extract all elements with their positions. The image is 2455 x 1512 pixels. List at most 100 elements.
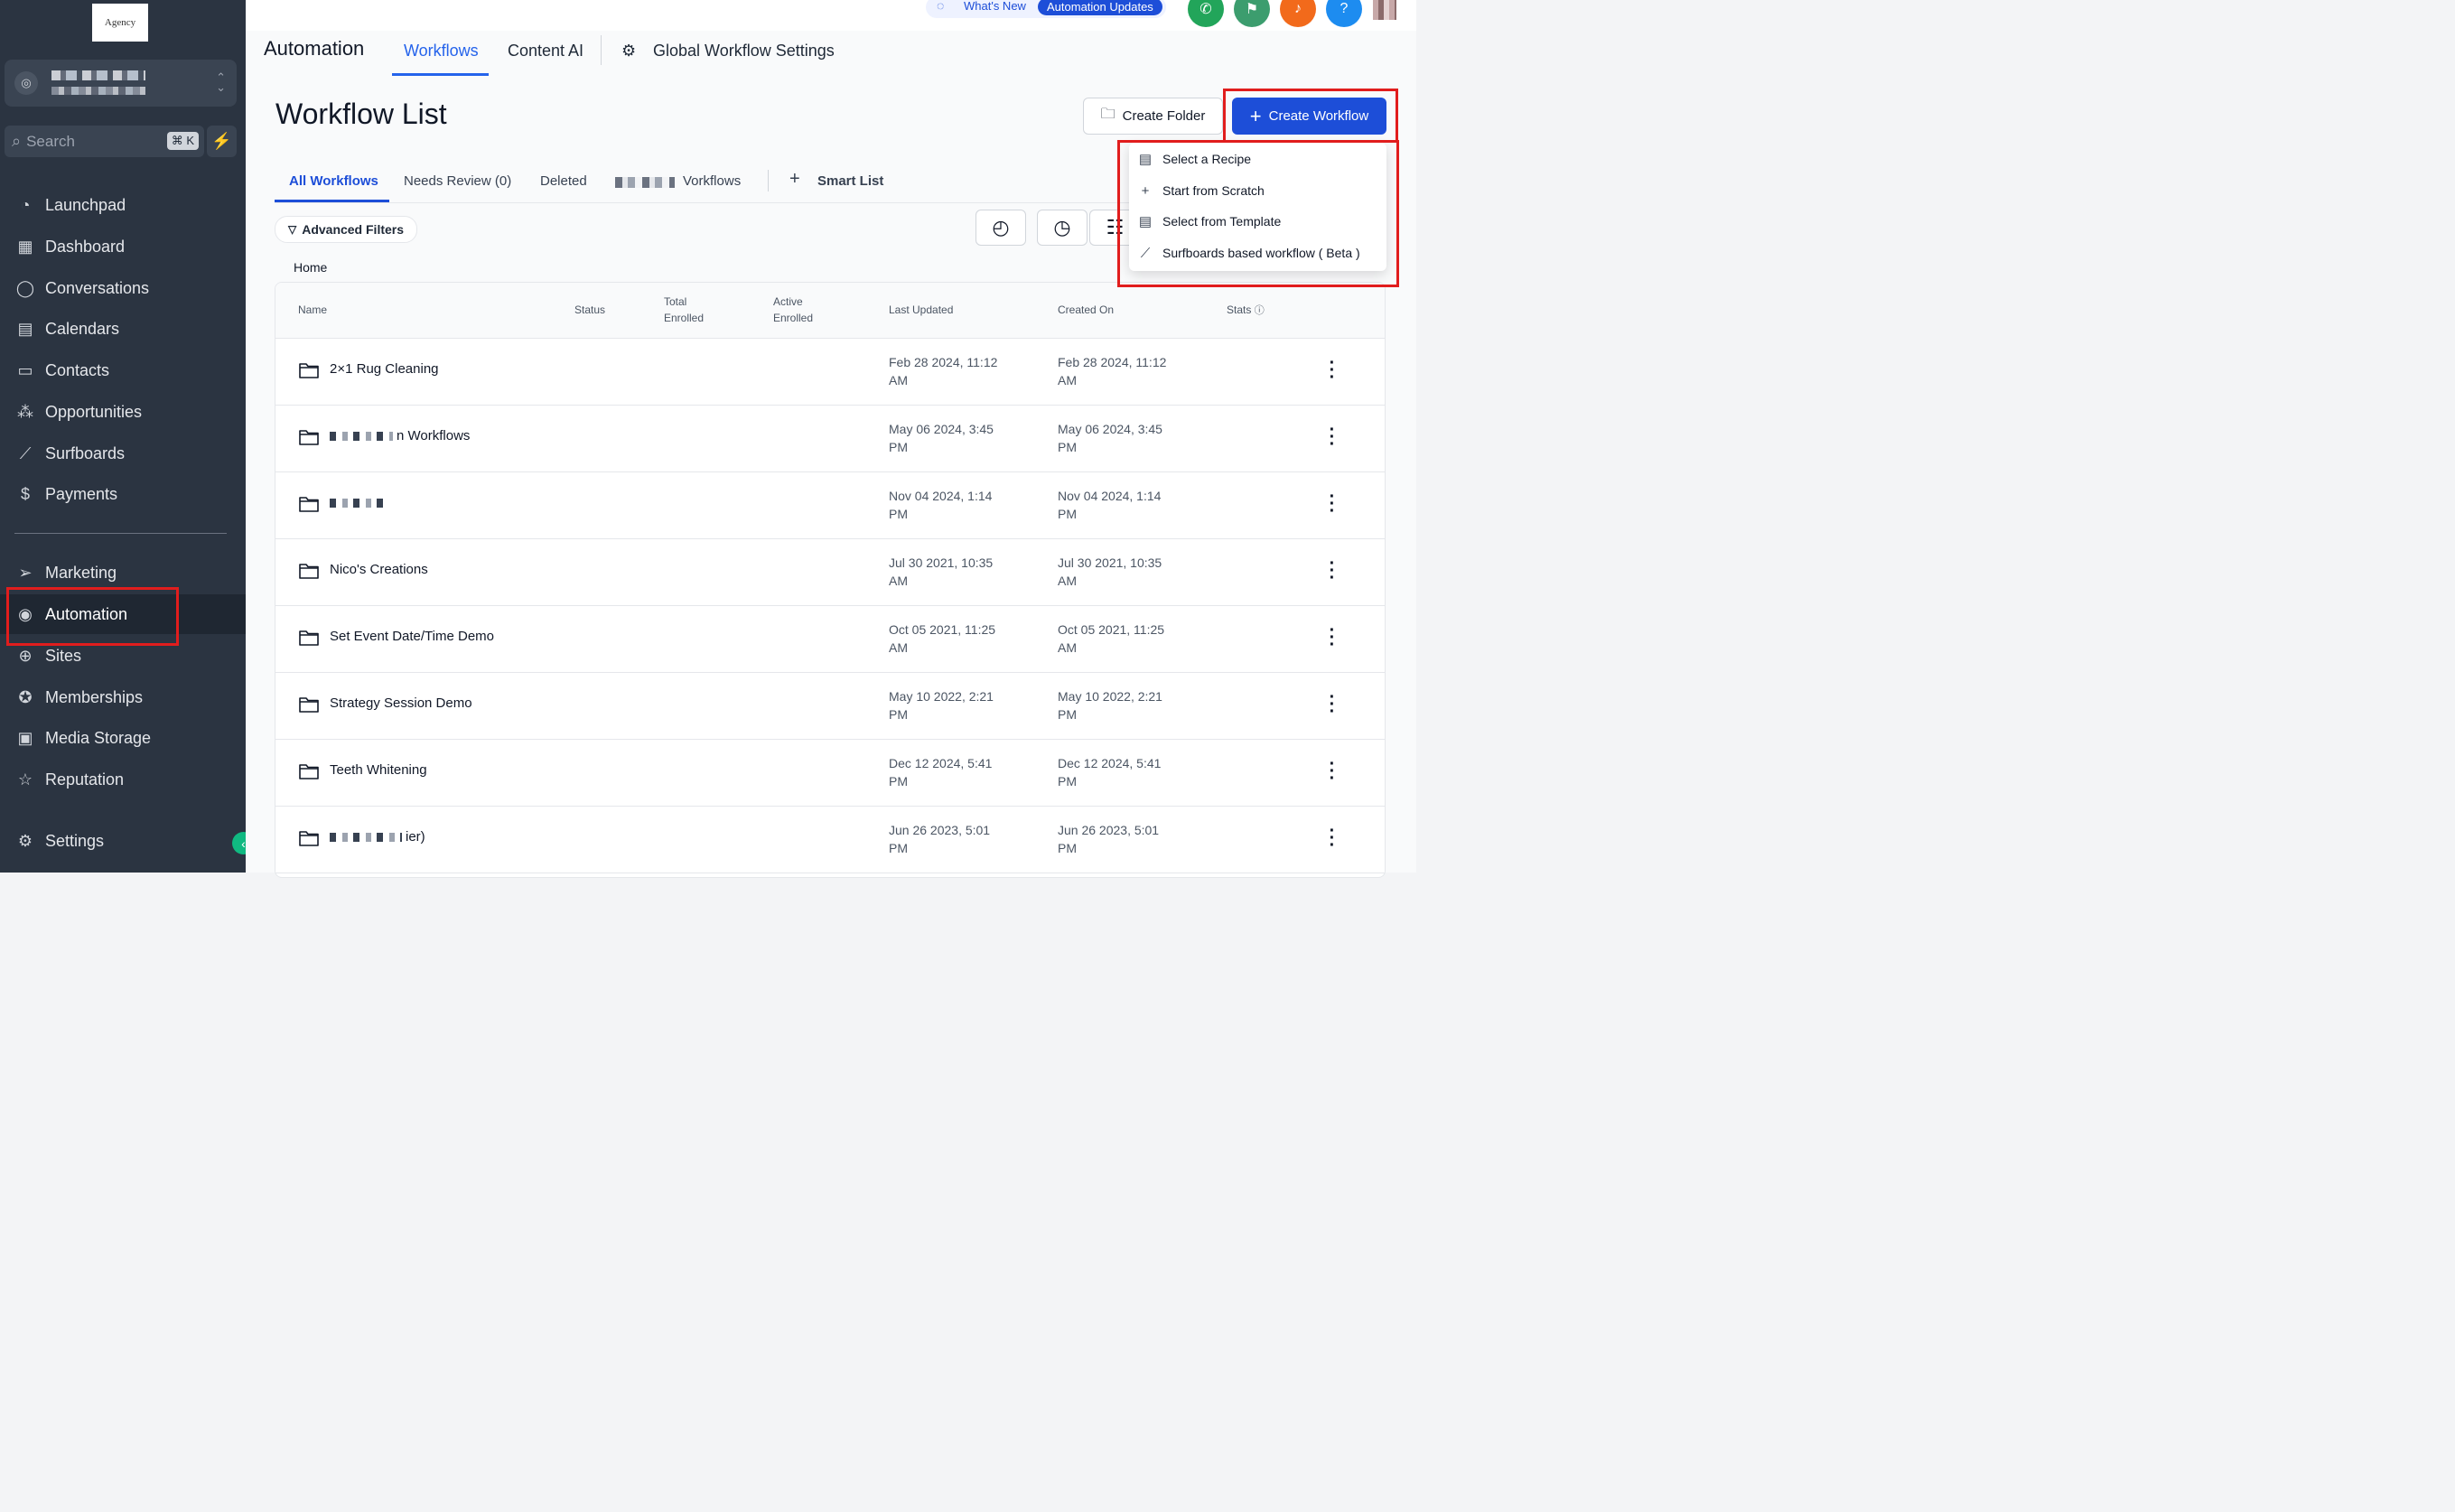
sidebar-item-settings[interactable]: ⚙ Settings bbox=[0, 821, 246, 861]
folder-name: Set Event Date/Time Demo bbox=[330, 629, 495, 644]
more-options-kebab-icon[interactable]: · · · bbox=[1329, 354, 1336, 387]
whats-new-pill[interactable]: ◌ What's New Automation Updates bbox=[926, 0, 1166, 18]
sidebar-item-opportunities[interactable]: ⁂ Opportunities bbox=[0, 392, 246, 432]
agency-logo[interactable]: Agency bbox=[92, 4, 148, 42]
tab-smart-list[interactable]: Smart List bbox=[817, 173, 883, 189]
module-header: Automation Workflows Content AI ⚙ Global… bbox=[246, 31, 1416, 79]
account-switcher[interactable]: ◎ ⌃ ⌄ bbox=[5, 60, 237, 107]
create-workflow-button[interactable]: + Create Workflow bbox=[1232, 98, 1386, 135]
workflow-table: Name Status Total Enrolled Active Enroll… bbox=[275, 282, 1386, 878]
created-on-date: Jul 30 2021, 10:35 bbox=[1058, 555, 1162, 570]
more-options-kebab-icon[interactable]: · · · bbox=[1329, 421, 1336, 453]
help-icon[interactable]: ? bbox=[1326, 0, 1362, 27]
row-name-cell[interactable]: 2×1 Rug Cleaning bbox=[330, 361, 439, 377]
more-options-kebab-icon[interactable]: · · · bbox=[1329, 621, 1336, 654]
sidebar-item-memberships[interactable]: ✪ Memberships bbox=[0, 677, 246, 717]
phone-icon[interactable]: ✆ bbox=[1188, 0, 1224, 27]
menu-item-start-from-scratch[interactable]: + Start from Scratch bbox=[1136, 177, 1265, 204]
row-name-cell[interactable]: Set Event Date/Time Demo bbox=[330, 629, 494, 644]
sidebar-item-label: Reputation bbox=[45, 770, 125, 789]
menu-item-surfboards-workflow[interactable]: ⟋ Surfboards based workflow ( Beta ) bbox=[1136, 239, 1360, 266]
sidebar-item-calendars[interactable]: ▤ Calendars bbox=[0, 309, 246, 349]
plus-icon[interactable]: + bbox=[789, 169, 800, 190]
sidebar-item-surfboards[interactable]: ⟋ Surfboards bbox=[0, 434, 246, 473]
filter-icon: ▽ bbox=[287, 223, 297, 236]
sidebar-item-automation[interactable]: ◉ Automation bbox=[0, 594, 246, 634]
announcement-icon[interactable]: ⚑ bbox=[1234, 0, 1270, 27]
account-address-redacted bbox=[51, 87, 145, 95]
sidebar-item-label: Settings bbox=[45, 831, 105, 850]
history-icon[interactable]: ◴ bbox=[975, 210, 1026, 246]
tab-all-workflows[interactable]: All Workflows bbox=[289, 173, 378, 189]
last-updated-date: Jun 26 2023, 5:01 bbox=[889, 823, 991, 837]
megaphone-icon: ◌ bbox=[937, 0, 945, 13]
last-updated-ampm: PM bbox=[889, 841, 908, 855]
sidebar-item-sites[interactable]: ⊕ Sites bbox=[0, 636, 246, 676]
advanced-filters-button[interactable]: ▽ Advanced Filters bbox=[275, 216, 417, 243]
row-name-cell[interactable]: n Workflows bbox=[330, 428, 470, 443]
table-row[interactable]: 2×1 Rug Cleaning Feb 28 2024, 11:12 AM Feb … bbox=[275, 338, 1385, 406]
tab-content-ai[interactable]: Content AI bbox=[508, 42, 583, 61]
row-name-cell[interactable]: Teeth Whitening bbox=[330, 762, 427, 778]
user-avatar[interactable] bbox=[1373, 0, 1396, 20]
col-total-enrolled[interactable]: Total Enrolled bbox=[664, 294, 704, 326]
col-active-enrolled[interactable]: Active Enrolled bbox=[773, 294, 813, 326]
last-updated-date: Dec 12 2024, 5:41 bbox=[889, 756, 993, 770]
last-updated-ampm: PM bbox=[889, 707, 908, 722]
created-on-cell: May 06 2024, 3:45 PM bbox=[1058, 420, 1193, 456]
sidebar-search[interactable]: ⌕ Search ⌘ K bbox=[5, 126, 204, 157]
tab-needs-review[interactable]: Needs Review (0) bbox=[404, 173, 511, 189]
whats-new-link[interactable]: What's New bbox=[964, 0, 1026, 13]
col-last-updated[interactable]: Last Updated bbox=[889, 302, 953, 318]
more-options-kebab-icon[interactable]: · · · bbox=[1329, 488, 1336, 520]
sidebar-item-payments[interactable]: $ Payments bbox=[0, 474, 246, 514]
automation-updates-badge[interactable]: Automation Updates bbox=[1038, 0, 1162, 15]
created-on-cell: Oct 05 2021, 11:25 AM bbox=[1058, 621, 1193, 657]
quick-action-bolt-icon[interactable]: ⚡ bbox=[207, 126, 237, 157]
sidebar-item-conversations[interactable]: ◯ Conversations bbox=[0, 268, 246, 308]
col-stats[interactable]: Stats ⓘ bbox=[1227, 302, 1265, 319]
sidebar-item-marketing[interactable]: ➢ Marketing bbox=[0, 553, 246, 593]
more-options-kebab-icon[interactable]: · · · bbox=[1329, 755, 1336, 788]
table-row[interactable]: Nico's Creations Jul 30 2021, 10:35 AM Jul … bbox=[275, 538, 1385, 606]
created-on-ampm: AM bbox=[1058, 640, 1077, 655]
create-folder-button[interactable]: 🗀 Create Folder bbox=[1083, 98, 1223, 135]
table-row[interactable]: ier) Jun 26 2023, 5:01 PM Jun 26 2023, 5:01… bbox=[275, 806, 1385, 873]
tab-workflows[interactable]: Workflows bbox=[404, 42, 479, 61]
table-row[interactable]: n Workflows May 06 2024, 3:45 PM May 06 202… bbox=[275, 405, 1385, 472]
row-name-cell[interactable] bbox=[330, 495, 393, 510]
tab-deleted[interactable]: Deleted bbox=[540, 173, 587, 189]
table-row[interactable]: Nov 04 2024, 1:14 PM Nov 04 2024, 1:14 PM · ·… bbox=[275, 471, 1385, 539]
more-options-kebab-icon[interactable]: · · · bbox=[1329, 822, 1336, 854]
plus-icon: + bbox=[1249, 105, 1262, 127]
sidebar-item-media-storage[interactable]: ▣ Media Storage bbox=[0, 718, 246, 758]
sidebar-item-contacts[interactable]: ▭ Contacts bbox=[0, 350, 246, 390]
launchpad-icon: ◔ bbox=[20, 195, 31, 214]
created-on-date: May 10 2022, 2:21 bbox=[1058, 689, 1162, 704]
sidebar-item-reputation[interactable]: ☆ Reputation bbox=[0, 760, 246, 799]
tab-custom-workflows[interactable]: Vorkflows bbox=[683, 173, 741, 189]
row-name-cell[interactable]: Nico's Creations bbox=[330, 562, 428, 577]
row-name-cell[interactable]: Strategy Session Demo bbox=[330, 695, 472, 711]
clock-icon[interactable]: ◷ bbox=[1037, 210, 1087, 246]
more-options-kebab-icon[interactable]: · · · bbox=[1329, 688, 1336, 721]
row-name-cell[interactable]: ier) bbox=[330, 829, 425, 845]
payments-icon: $ bbox=[20, 484, 30, 503]
bell-icon[interactable]: ♪ bbox=[1280, 0, 1316, 27]
col-name[interactable]: Name bbox=[298, 302, 327, 318]
table-row[interactable]: Strategy Session Demo May 10 2022, 2:21 PM… bbox=[275, 672, 1385, 740]
tab-redacted-prefix bbox=[615, 177, 675, 188]
sidebar-item-launchpad[interactable]: ◔ Launchpad bbox=[0, 185, 246, 225]
col-status[interactable]: Status bbox=[574, 302, 605, 318]
col-created-on[interactable]: Created On bbox=[1058, 302, 1114, 318]
menu-item-select-recipe[interactable]: ▤ Select a Recipe bbox=[1136, 145, 1251, 173]
table-row[interactable]: Teeth Whitening Dec 12 2024, 5:41 PM Dec 12… bbox=[275, 739, 1385, 807]
sidebar-item-dashboard[interactable]: ▦ Dashboard bbox=[0, 227, 246, 266]
more-options-kebab-icon[interactable]: · · · bbox=[1329, 555, 1336, 587]
menu-item-select-template[interactable]: ▤ Select from Template bbox=[1136, 208, 1281, 235]
gear-icon[interactable]: ⚙ bbox=[621, 42, 636, 61]
breadcrumb[interactable]: Home bbox=[294, 260, 327, 275]
tab-global-workflow-settings[interactable]: Global Workflow Settings bbox=[653, 42, 835, 61]
sidebar-item-label: Marketing bbox=[45, 563, 117, 582]
table-row[interactable]: Set Event Date/Time Demo Oct 05 2021, 11:… bbox=[275, 605, 1385, 673]
